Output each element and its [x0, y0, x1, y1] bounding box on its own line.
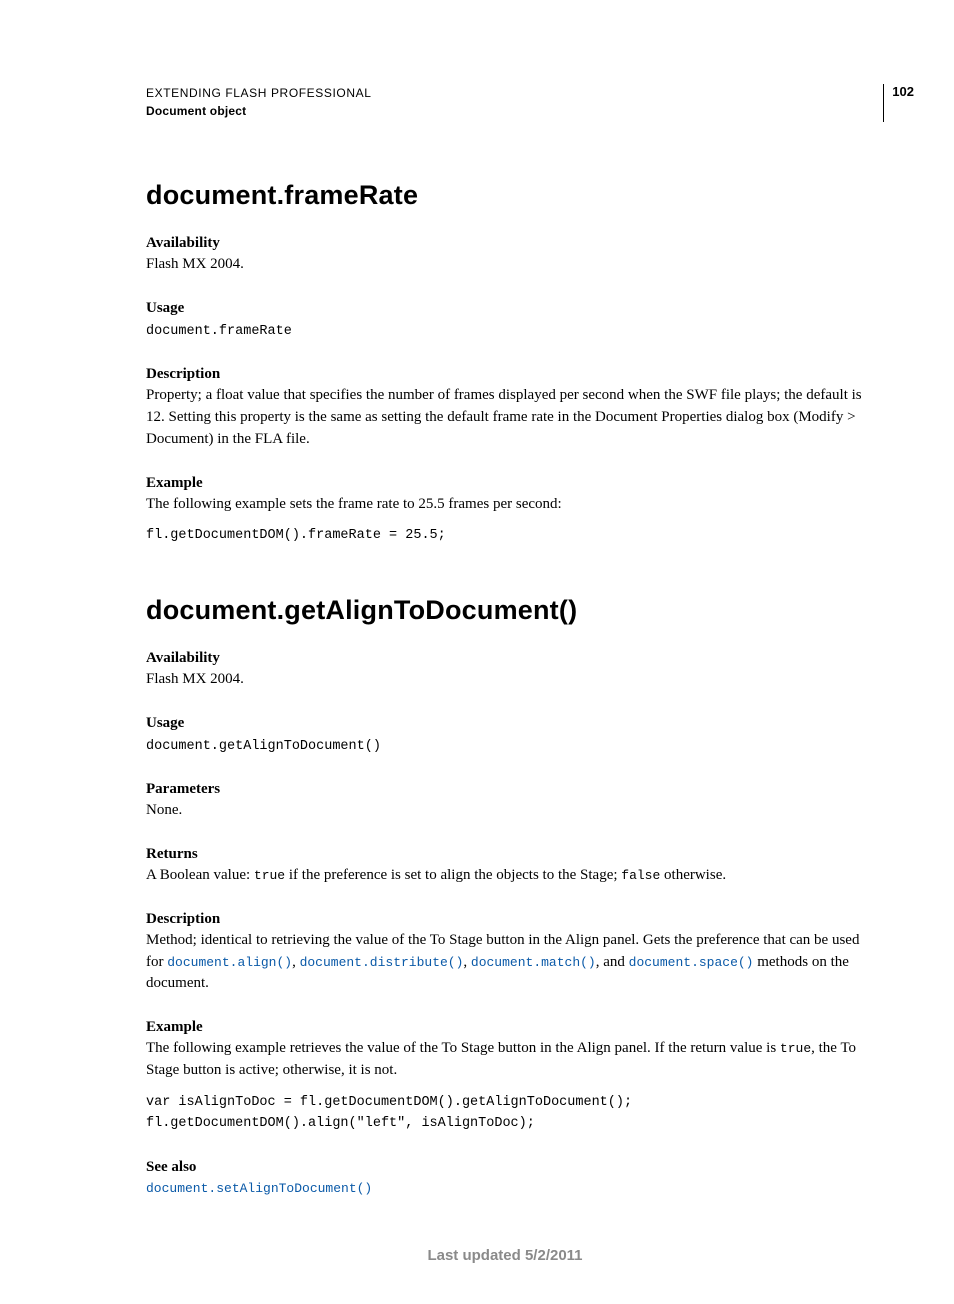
label-example: Example	[146, 475, 864, 492]
label-seealso: See also	[146, 1159, 864, 1176]
header-text: EXTENDING FLASH PROFESSIONAL Document ob…	[146, 84, 883, 120]
returns-post: otherwise.	[660, 867, 726, 883]
text-example-intro-2: The following example retrieves the valu…	[146, 1038, 864, 1082]
code-usage: document.frameRate	[146, 321, 864, 343]
code-example: fl.getDocumentDOM().frameRate = 25.5;	[146, 525, 864, 547]
section-heading-framerate: document.frameRate	[146, 180, 864, 211]
label-parameters: Parameters	[146, 781, 864, 798]
section-heading-getalign: document.getAlignToDocument()	[146, 595, 864, 626]
returns-mid: if the preference is set to align the ob…	[285, 867, 621, 883]
example-intro-true: true	[780, 1041, 811, 1056]
text-availability-2: Flash MX 2004.	[146, 669, 864, 691]
label-usage: Usage	[146, 300, 864, 317]
text-parameters: None.	[146, 800, 864, 822]
link-document-distribute[interactable]: document.distribute()	[300, 955, 464, 970]
page-header: EXTENDING FLASH PROFESSIONAL Document ob…	[146, 84, 864, 122]
text-description-2: Method; identical to retrieving the valu…	[146, 930, 864, 995]
page-content: EXTENDING FLASH PROFESSIONAL Document ob…	[0, 0, 954, 1304]
returns-false: false	[621, 868, 660, 883]
code-example-2: var isAlignToDoc = fl.getDocumentDOM().g…	[146, 1092, 864, 1135]
link-document-space[interactable]: document.space()	[629, 955, 754, 970]
sep3: , and	[596, 954, 629, 970]
text-description: Property; a float value that specifies t…	[146, 385, 864, 450]
label-availability: Availability	[146, 235, 864, 252]
text-example-intro: The following example sets the frame rat…	[146, 494, 864, 516]
link-document-align[interactable]: document.align()	[167, 955, 292, 970]
sep2: ,	[463, 954, 471, 970]
header-book-title: EXTENDING FLASH PROFESSIONAL	[146, 84, 883, 102]
link-document-match[interactable]: document.match()	[471, 955, 596, 970]
footer-updated: Last updated 5/2/2011	[146, 1247, 864, 1264]
label-description-2: Description	[146, 911, 864, 928]
label-availability-2: Availability	[146, 650, 864, 667]
label-example-2: Example	[146, 1019, 864, 1036]
page-number: 102	[883, 84, 914, 122]
text-returns: A Boolean value: true if the preference …	[146, 865, 864, 887]
label-description: Description	[146, 366, 864, 383]
label-returns: Returns	[146, 846, 864, 863]
code-usage-2: document.getAlignToDocument()	[146, 736, 864, 758]
label-usage-2: Usage	[146, 715, 864, 732]
returns-true: true	[254, 868, 285, 883]
header-chapter: Document object	[146, 102, 883, 120]
returns-pre: A Boolean value:	[146, 867, 254, 883]
link-setalign[interactable]: document.setAlignToDocument()	[146, 1181, 372, 1196]
sep1: ,	[292, 954, 300, 970]
text-availability: Flash MX 2004.	[146, 254, 864, 276]
text-seealso: document.setAlignToDocument()	[146, 1178, 864, 1200]
example-intro-pre: The following example retrieves the valu…	[146, 1040, 780, 1056]
